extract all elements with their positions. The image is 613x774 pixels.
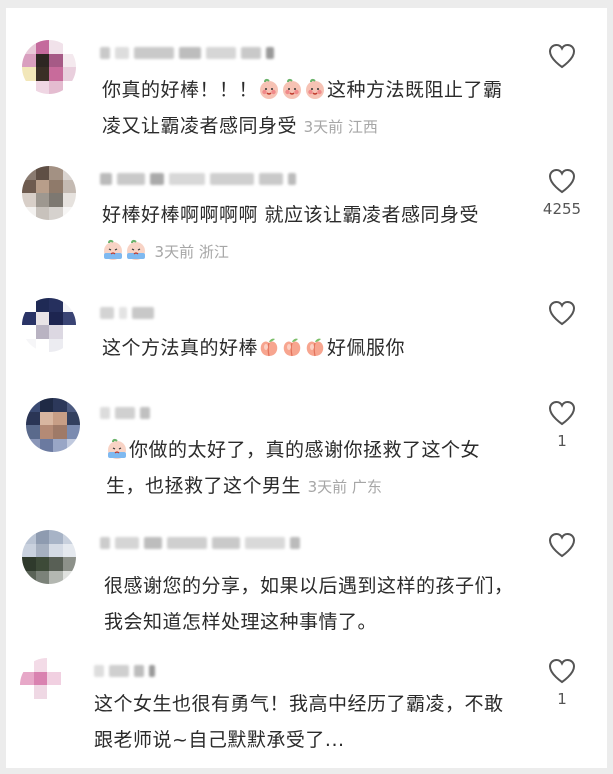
heart-icon — [548, 43, 576, 69]
comment-text-segment: 这个方法真的好棒 — [102, 337, 259, 359]
comment-body: 你真的好棒！！！ 这种方法既阻止了霸凌又让霸凌者感同身受 — [102, 78, 503, 137]
heart-icon — [548, 658, 576, 684]
crying-face-icon — [104, 239, 122, 260]
avatar[interactable] — [22, 166, 76, 220]
peach-face-icon — [260, 78, 279, 99]
comment-text-segment: 好佩服你 — [327, 337, 406, 359]
crying-face-icon — [127, 239, 145, 260]
like-button[interactable] — [532, 43, 592, 75]
like-button[interactable]: 1 — [532, 658, 592, 708]
comment-text-segment: 这个女生也很有勇气！我高中经历了霸凌，不敢跟老师说~自己默默承受了... — [94, 693, 504, 751]
username-blurred[interactable] — [100, 304, 154, 322]
comment-text: 好棒好棒啊啊啊啊 就应该让霸凌者感同身受 3天前 浙江 — [102, 197, 502, 270]
comment-text-segment: 你真的好棒！！！ — [102, 79, 259, 101]
heart-icon — [548, 300, 576, 326]
avatar[interactable] — [26, 398, 80, 452]
comment-time: 3天前 — [303, 118, 344, 136]
comment-text-segment: 很感谢您的分享，如果以后遇到这样的孩子们，我会知道怎样处理这种事情了。 — [104, 575, 514, 633]
avatar[interactable] — [22, 298, 76, 352]
peach-icon — [260, 338, 278, 357]
heart-icon — [548, 532, 576, 558]
comment-text: 你做的太好了，真的感谢你拯救了这个女生，也拯救了这个男生 3天前 广东 — [106, 432, 506, 505]
comment-location: 浙江 — [198, 243, 229, 261]
comment-text: 很感谢您的分享，如果以后遇到这样的孩子们，我会知道怎样处理这种事情了。 — [104, 568, 524, 640]
comment-text: 这个女生也很有勇气！我高中经历了霸凌，不敢跟老师说~自己默默承受了... — [94, 686, 514, 758]
peach-face-icon — [283, 78, 302, 99]
comment-time: 3天前 — [154, 243, 195, 261]
crying-face-icon — [108, 438, 126, 459]
comment-body: 很感谢您的分享，如果以后遇到这样的孩子们，我会知道怎样处理这种事情了。 — [104, 575, 514, 633]
comment-text: 你真的好棒！！！ 这种方法既阻止了霸凌又让霸凌者感同身受 3天前 江西 — [102, 72, 522, 145]
peach-face-icon — [306, 78, 325, 99]
avatar[interactable] — [22, 530, 76, 584]
comment-location: 广东 — [351, 478, 382, 496]
like-button[interactable] — [532, 300, 592, 332]
heart-icon — [548, 400, 576, 426]
comment-text: 这个方法真的好棒 好佩服你 — [102, 330, 522, 366]
comment-location: 江西 — [347, 118, 378, 136]
like-count: 4255 — [542, 200, 582, 218]
comment-text-segment: 好棒好棒啊啊啊啊 就应该让霸凌者感同身受 — [102, 204, 480, 226]
like-button[interactable]: 4255 — [532, 168, 592, 218]
username-blurred[interactable] — [100, 170, 296, 188]
avatar[interactable] — [20, 658, 74, 712]
heart-icon — [548, 168, 576, 194]
peach-icon — [283, 338, 301, 357]
username-blurred[interactable] — [94, 662, 155, 680]
avatar[interactable] — [22, 40, 76, 94]
username-blurred[interactable] — [100, 534, 300, 552]
peach-icon — [306, 338, 324, 357]
like-count: 1 — [557, 432, 567, 450]
comment-body: 这个女生也很有勇气！我高中经历了霸凌，不敢跟老师说~自己默默承受了... — [94, 693, 504, 751]
username-blurred[interactable] — [100, 404, 150, 422]
comment-text-segment: 你做的太好了，真的感谢你拯救了这个女生，也拯救了这个男生 — [106, 439, 481, 497]
comment-body: 你做的太好了，真的感谢你拯救了这个女生，也拯救了这个男生 — [106, 438, 481, 497]
username-blurred[interactable] — [100, 44, 274, 62]
like-count: 1 — [557, 690, 567, 708]
comment-body: 这个方法真的好棒 好佩服你 — [102, 337, 405, 359]
like-button[interactable]: 1 — [532, 400, 592, 450]
like-button[interactable] — [532, 532, 592, 564]
comment-time: 3天前 — [307, 478, 348, 496]
comment-list: 你真的好棒！！！ 这种方法既阻止了霸凌又让霸凌者感同身受 3天前 江西 好棒好棒啊… — [6, 8, 607, 768]
